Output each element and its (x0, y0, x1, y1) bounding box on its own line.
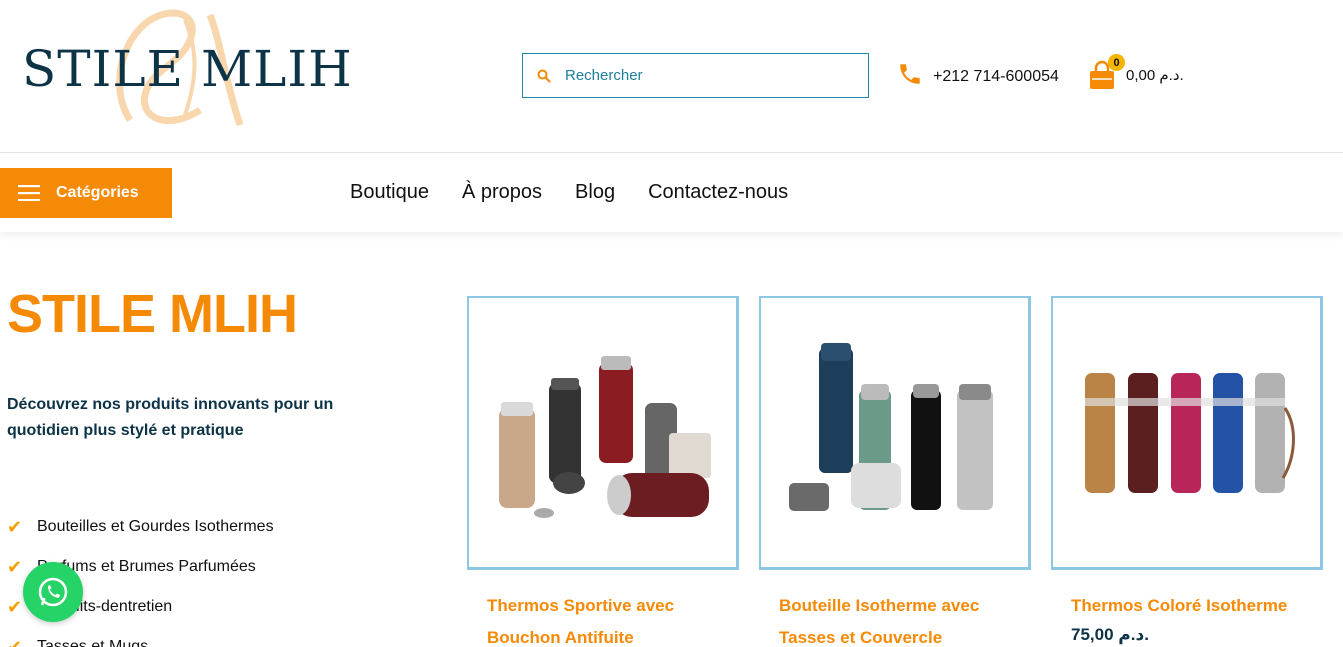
phone-contact[interactable]: +212 714-600054 (897, 61, 1059, 92)
categories-label: Catégories (56, 184, 139, 201)
phone-icon (897, 61, 923, 92)
product-image[interactable] (467, 296, 739, 570)
nav-link-blog[interactable]: Blog (575, 181, 615, 204)
product-photo-thermos-colore (1085, 373, 1295, 493)
product-title[interactable]: Thermos Coloré Isotherme (1051, 590, 1323, 622)
logo-text: STILE MLIH (22, 40, 353, 98)
site-header: STILE MLIH +212 714-600054 0 0,00 د.م. (0, 0, 1343, 153)
product-card[interactable]: Thermos Sportive avec Bouchon Antifuite (467, 296, 739, 647)
feature-label: Bouteilles et Gourdes Isothermes (37, 518, 274, 535)
hamburger-icon (18, 185, 40, 201)
cart-count-badge: 0 (1108, 54, 1125, 71)
product-card[interactable]: Bouteille Isotherme avec Tasses et Couve… (759, 296, 1031, 647)
product-photo-bouteille-isotherme (789, 343, 993, 511)
feature-label: Tasses et Mugs (37, 638, 149, 647)
product-image[interactable] (1051, 296, 1323, 570)
whatsapp-button[interactable] (23, 562, 83, 622)
cart[interactable]: 0 0,00 د.م. (1088, 54, 1184, 90)
product-title-line[interactable]: Bouteille Isotherme avec (779, 590, 1031, 622)
nav-link-boutique[interactable]: Boutique (350, 181, 429, 204)
product-title[interactable]: Bouteille Isotherme avec Tasses et Couve… (759, 590, 1031, 647)
cart-button[interactable]: 0 (1088, 54, 1125, 90)
main-navbar: Catégories Boutique À propos Blog Contac… (0, 154, 1343, 232)
check-icon: ✔ (7, 636, 23, 647)
nav-link-a-propos[interactable]: À propos (462, 181, 542, 204)
nav-links: Boutique À propos Blog Contactez-nous (350, 181, 788, 204)
phone-number[interactable]: +212 714-600054 (933, 68, 1059, 86)
whatsapp-icon (38, 577, 68, 607)
site-logo[interactable]: STILE MLIH (18, 0, 352, 140)
product-image[interactable] (759, 296, 1031, 570)
hero-title: STILE MLIH (7, 284, 298, 344)
product-card[interactable]: Thermos Coloré Isotherme 75,00 د.م. (1051, 296, 1323, 647)
list-item[interactable]: ✔ Tasses et Mugs (7, 627, 274, 647)
product-title[interactable]: Thermos Sportive avec Bouchon Antifuite (467, 590, 739, 647)
list-item[interactable]: ✔ Bouteilles et Gourdes Isothermes (7, 507, 274, 547)
search-input[interactable] (565, 67, 868, 84)
hero-tagline: Découvrez nos produits innovants pour un… (7, 396, 334, 439)
product-photo-thermos-sportive (499, 356, 711, 518)
cart-total[interactable]: 0,00 د.م. (1126, 62, 1184, 84)
check-icon: ✔ (7, 516, 23, 537)
search-bar[interactable] (522, 53, 869, 98)
categories-button[interactable]: Catégories (0, 168, 172, 218)
nav-link-contact[interactable]: Contactez-nous (648, 181, 788, 204)
product-title-line[interactable]: Thermos Sportive avec (487, 590, 739, 622)
product-title-line[interactable]: Tasses et Couvercle (779, 622, 1031, 647)
product-title-line[interactable]: Bouchon Antifuite (487, 622, 739, 647)
product-price: 75,00 د.م. (1071, 625, 1149, 644)
search-icon[interactable] (523, 69, 565, 83)
